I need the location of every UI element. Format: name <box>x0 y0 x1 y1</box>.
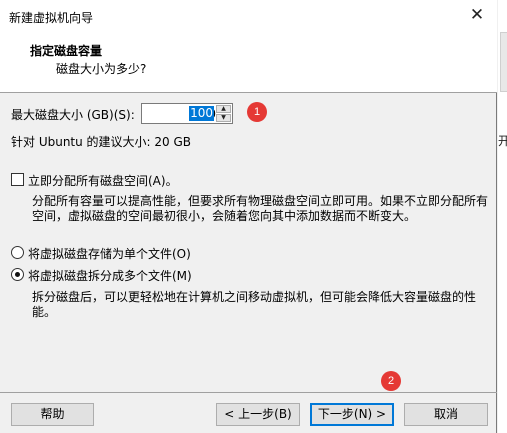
background-window: 开 <box>498 0 507 433</box>
wizard-header: 指定磁盘容量 磁盘大小为多少? <box>0 32 497 93</box>
allocate-now-checkbox[interactable] <box>11 173 24 186</box>
title-bar: 新建虚拟机向导 ✕ <box>0 0 497 32</box>
page-title: 指定磁盘容量 <box>30 44 103 58</box>
close-icon[interactable]: ✕ <box>457 0 497 32</box>
radio-single-file[interactable] <box>11 246 24 259</box>
radio-split-files-label[interactable]: 将虚拟磁盘拆分成多个文件(M) <box>28 267 192 284</box>
help-button[interactable]: 帮助 <box>11 403 94 426</box>
footer-divider <box>0 392 497 393</box>
background-toolbar <box>500 32 507 92</box>
spin-down-icon[interactable]: ▼ <box>216 114 231 122</box>
new-vm-wizard-dialog: 新建虚拟机向导 ✕ 指定磁盘容量 磁盘大小为多少? 最大磁盘大小 (GB)(S)… <box>0 0 497 433</box>
disk-size-label: 最大磁盘大小 (GB)(S): <box>11 108 135 122</box>
spin-buttons: ▲ ▼ <box>216 105 231 122</box>
allocate-now-label[interactable]: 立即分配所有磁盘空间(A)。 <box>28 172 178 189</box>
disk-size-spinbox[interactable]: 100 ▲ ▼ <box>141 103 233 124</box>
back-button[interactable]: < 上一步(B) <box>216 403 300 426</box>
radio-single-file-label[interactable]: 将虚拟磁盘存储为单个文件(O) <box>28 245 191 262</box>
disk-size-selected-text: 100 <box>189 106 214 121</box>
window-title: 新建虚拟机向导 <box>9 11 94 25</box>
cancel-button[interactable]: 取消 <box>404 403 488 426</box>
radio-split-files[interactable] <box>11 268 24 281</box>
annotation-badge-1: 1 <box>247 102 267 122</box>
background-text-fragment: 开 <box>498 134 507 148</box>
page-subtitle: 磁盘大小为多少? <box>56 62 147 76</box>
annotation-badge-2: 2 <box>381 371 401 391</box>
spin-up-icon[interactable]: ▲ <box>216 105 231 113</box>
next-button[interactable]: 下一步(N) > <box>310 403 394 426</box>
allocate-description: 分配所有容量可以提高性能，但要求所有物理磁盘空间立即可用。如果不立即分配所有空间… <box>32 194 489 223</box>
split-description: 拆分磁盘后，可以更轻松地在计算机之间移动虚拟机，但可能会降低大容量磁盘的性能。 <box>32 290 477 319</box>
recommended-size-text: 针对 Ubuntu 的建议大小: 20 GB <box>11 135 192 149</box>
